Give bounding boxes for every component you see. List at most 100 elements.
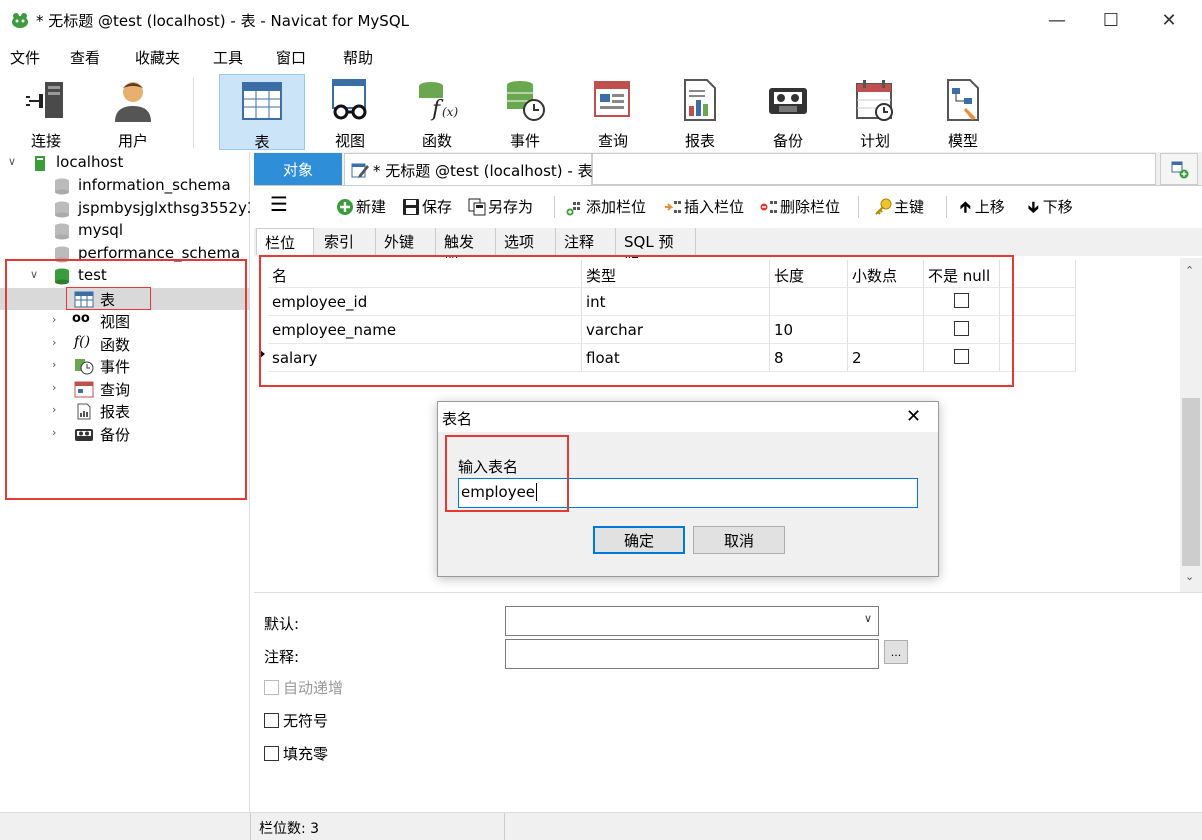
field-count: 栏位数: 3 [259,821,320,837]
save-label: 保存 [422,198,453,216]
design-table-icon [351,163,369,178]
tab-table-designer[interactable]: * 无标题 @test (localhost) - 表 [344,153,593,185]
save-button[interactable]: 保存 [402,196,452,217]
move-up-label: 上移 [974,198,1005,216]
primary-key-button[interactable]: 主键 [874,196,924,217]
tree-connection-localhost[interactable]: ∨ localhost [0,152,250,174]
main-toolbar: 连接 用户 表 视图 f (x) 函数 事件 查询 报表 备份 计划 模型 [0,72,1202,152]
new-tab-button[interactable] [1160,153,1198,185]
connect-icon [26,82,63,118]
tree-db-label: mysql [78,221,123,239]
scrollbar-thumb[interactable] [1182,398,1200,566]
tab-indexes[interactable]: 索引 [316,228,376,255]
designer-toolbar: ☰ 新建 保存 另存为 添加栏位 插入栏位 删除栏位 主键 🡱 上移 🡳 下移 [254,188,1202,226]
toolbar-separator [193,78,194,148]
toolbar-model-button[interactable]: 模型 [920,74,1006,150]
highlight-box-tables [66,287,151,310]
toolbar-report-button[interactable]: 报表 [657,74,743,150]
unsigned-label: 无符号 [283,712,329,730]
menu-window[interactable]: 窗口 [276,47,306,68]
hamburger-menu-icon[interactable]: ☰ [270,192,288,216]
ok-button[interactable]: 确定 [593,526,685,554]
close-icon[interactable]: ✕ [906,406,921,427]
menu-view[interactable]: 查看 [70,47,100,68]
query-icon [594,81,630,117]
svg-text:(x): (x) [442,105,458,119]
view-icon [332,79,367,120]
menu-favorites[interactable]: 收藏夹 [135,47,180,68]
toolbar-backup-label: 备份 [772,132,803,150]
toolbar-function-button[interactable]: f (x) 函数 [394,74,480,150]
move-up-button[interactable]: 🡱 上移 [960,196,1005,222]
default-label: 默认: [264,615,300,633]
chevron-down-icon[interactable]: ∨ [8,155,16,168]
minimize-icon[interactable]: — [1034,0,1080,40]
database-icon [55,223,69,240]
add-field-icon [566,202,580,216]
toolbar-query-label: 查询 [597,132,628,150]
insert-field-button[interactable]: 插入栏位 [664,196,744,217]
delete-field-label: 删除栏位 [780,198,841,216]
status-bar: 栏位数: 3 [0,812,1202,840]
tree-db-mysql[interactable]: mysql [0,220,250,242]
tab-objects[interactable]: 对象 [254,153,342,185]
maximize-icon[interactable]: ☐ [1088,0,1134,40]
zerofill-option[interactable]: 填充零 [264,743,328,764]
unsigned-checkbox[interactable] [264,713,279,728]
add-tab-icon [1171,161,1189,179]
toolbar-backup-button[interactable]: 备份 [745,74,831,150]
menu-help[interactable]: 帮助 [343,47,373,68]
toolbar-event-button[interactable]: 事件 [482,74,568,150]
auto-increment-option[interactable]: 自动递增 [264,677,343,698]
toolbar-table-button[interactable]: 表 [219,74,305,151]
tab-comment[interactable]: 注释 [556,228,616,255]
new-icon [337,199,353,215]
scroll-up-icon[interactable]: ⌃ [1185,264,1194,277]
menu-tools[interactable]: 工具 [213,47,243,68]
toolbar-view-button[interactable]: 视图 [307,74,393,150]
model-icon [947,79,979,121]
title-bar: * 无标题 @test (localhost) - 表 - Navicat fo… [0,0,1202,40]
new-button[interactable]: 新建 [336,196,386,217]
tree-db-jspmbysjglxthsg[interactable]: jspmbysjglxthsg3552y3 [0,198,250,220]
dialog-titlebar: 表名 ✕ [438,402,938,432]
tab-options[interactable]: 选项 [496,228,556,255]
toolbar-connect-button[interactable]: 连接 [3,74,89,150]
database-icon [55,178,69,195]
save-icon [403,199,419,215]
tab-fields[interactable]: 栏位 [256,228,314,255]
comment-ellipsis-button[interactable]: ... [884,640,908,664]
toolbar-connect-label: 连接 [30,132,61,150]
toolbar-query-button[interactable]: 查询 [570,74,656,150]
tab-strip-spacer [592,153,1156,185]
scroll-down-icon[interactable]: ⌄ [1185,570,1194,583]
connection-icon [35,156,45,171]
report-icon [684,79,716,121]
toolbar-user-button[interactable]: 用户 [90,74,176,150]
tab-triggers[interactable]: 触发器 [436,228,496,272]
move-down-button[interactable]: 🡳 下移 [1028,196,1073,222]
tree-connection-label: localhost [56,153,124,171]
zerofill-checkbox[interactable] [264,746,279,761]
close-icon[interactable]: ✕ [1146,0,1192,40]
save-as-button[interactable]: 另存为 [468,196,533,217]
unsigned-option[interactable]: 无符号 [264,710,328,731]
event-icon [507,81,545,121]
toolbar-schedule-button[interactable]: 计划 [832,74,918,150]
menu-file[interactable]: 文件 [10,47,40,68]
toolbar-function-label: 函数 [421,132,452,150]
cancel-button[interactable]: 取消 [693,526,785,554]
arrow-down-icon: 🡳 [1028,198,1039,216]
add-field-label: 添加栏位 [586,198,647,216]
tab-sql-preview[interactable]: SQL 预览 [616,228,696,272]
tree-db-information-schema[interactable]: information_schema [0,175,250,197]
tab-foreign-keys[interactable]: 外键 [376,228,436,255]
toolbar-user-label: 用户 [117,132,148,150]
auto-increment-checkbox[interactable] [264,680,279,695]
comment-input[interactable] [505,639,879,669]
database-icon [55,201,69,218]
delete-field-button[interactable]: 删除栏位 [760,196,840,217]
add-field-button[interactable]: 添加栏位 [566,196,646,217]
field-properties-panel: 默认: ∨ 注释: ... 自动递增 无符号 填充零 [254,592,1202,812]
default-select[interactable]: ∨ [505,606,879,636]
